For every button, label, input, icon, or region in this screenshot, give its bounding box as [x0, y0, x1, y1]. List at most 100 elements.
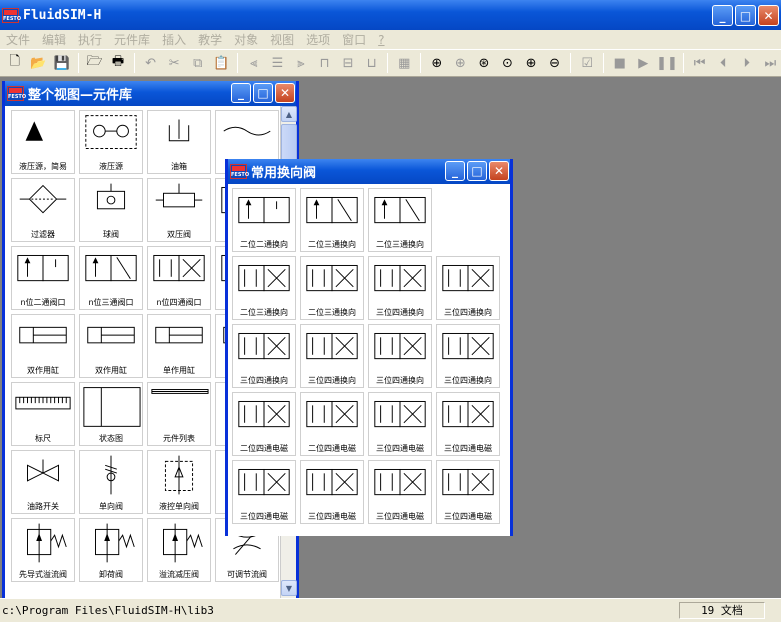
library-item[interactable]: n位二通阀口 [11, 246, 75, 310]
library-item[interactable]: 球阀 [79, 178, 143, 242]
library-window-titlebar[interactable]: 整个视图—元件库 _ □ ✕ [5, 81, 296, 106]
menu-library[interactable]: 元件库 [108, 31, 156, 48]
menu-help[interactable]: ? [372, 33, 390, 47]
valve-item[interactable]: 三位四通换向 [300, 324, 364, 388]
align-top-icon[interactable]: ⊓ [314, 52, 336, 74]
grid-icon[interactable]: ▦ [393, 52, 415, 74]
align-left-icon[interactable]: ⫷ [243, 52, 265, 74]
open-icon[interactable]: 📂 [28, 52, 50, 74]
library-item[interactable]: 油箱 [147, 110, 211, 174]
copy-icon[interactable]: ⧉ [187, 52, 209, 74]
zoom-in-icon[interactable]: ⊕ [520, 52, 542, 74]
menu-execute[interactable]: 执行 [72, 31, 108, 48]
menu-didactics[interactable]: 教学 [192, 31, 228, 48]
valve-item[interactable]: 二位三通换向 [368, 188, 432, 252]
zoom-1-1-icon[interactable]: ⊕ [426, 52, 448, 74]
valve-item[interactable]: 二位二通换向 [232, 188, 296, 252]
library-item[interactable]: 油路开关 [11, 450, 75, 514]
valve-minimize-button[interactable]: _ [445, 161, 465, 181]
undo-icon[interactable]: ↶ [140, 52, 162, 74]
library-item[interactable]: 单向阀 [79, 450, 143, 514]
valve-item[interactable]: 二位四通电磁 [232, 392, 296, 456]
zoom-out-icon[interactable]: ⊖ [544, 52, 566, 74]
valve-item[interactable]: 三位四通电磁 [232, 460, 296, 524]
valve-item[interactable]: 二位三通换向 [232, 256, 296, 320]
library-item[interactable]: 状态图 [79, 382, 143, 446]
menu-window[interactable]: 窗口 [336, 31, 372, 48]
library-item[interactable]: 液压源，简易 [11, 110, 75, 174]
valve-item[interactable]: 三位四通电磁 [436, 460, 500, 524]
library-close-button[interactable]: ✕ [275, 83, 295, 103]
menubar: 文件 编辑 执行 元件库 插入 教学 对象 视图 选项 窗口 ? [0, 30, 781, 49]
pause-icon[interactable]: ❚❚ [656, 52, 678, 74]
menu-file[interactable]: 文件 [0, 31, 36, 48]
align-right-icon[interactable]: ⫸ [290, 52, 312, 74]
valve-item[interactable]: 三位四通电磁 [368, 392, 432, 456]
library-item[interactable]: 溢流减压阀 [147, 518, 211, 582]
align-center-icon[interactable]: ☰ [267, 52, 289, 74]
item-label: 球阀 [103, 230, 119, 239]
zoom-fit-icon[interactable]: ⊕ [450, 52, 472, 74]
rewind-icon[interactable]: ⏮ [689, 52, 711, 74]
valve-item[interactable]: 三位四通电磁 [300, 460, 364, 524]
step-back-icon[interactable]: ⏴ [712, 52, 734, 74]
library-item-symbol-icon [25, 121, 43, 141]
valve-item[interactable]: 三位四通换向 [232, 324, 296, 388]
library-item[interactable]: 单作用缸 [147, 314, 211, 378]
valve-item[interactable]: 三位四通电磁 [436, 392, 500, 456]
library-item[interactable]: 双压阀 [147, 178, 211, 242]
step-forward-icon[interactable]: ⏵ [736, 52, 758, 74]
cut-icon[interactable]: ✂ [163, 52, 185, 74]
open-folder-icon[interactable]: 🗁 [84, 52, 106, 74]
valve-item[interactable]: 三位四通换向 [368, 256, 432, 320]
scroll-up-icon[interactable]: ▲ [281, 106, 297, 122]
paste-icon[interactable]: 📋 [211, 52, 233, 74]
close-button[interactable]: ✕ [758, 5, 779, 26]
scroll-down-icon[interactable]: ▼ [281, 580, 297, 596]
align-middle-icon[interactable]: ⊟ [337, 52, 359, 74]
item-label: 二位三通换向 [240, 308, 288, 317]
zoom-page-icon[interactable]: ⊛ [473, 52, 495, 74]
library-minimize-button[interactable]: _ [231, 83, 251, 103]
play-icon[interactable]: ▶ [633, 52, 655, 74]
check-icon[interactable]: ☑ [576, 52, 598, 74]
new-icon[interactable]: 🗋 [4, 52, 26, 74]
valve-item[interactable]: 三位四通换向 [436, 324, 500, 388]
valve-window-titlebar[interactable]: 常用换向阀 _ □ ✕ [228, 159, 510, 184]
menu-view[interactable]: 视图 [264, 31, 300, 48]
menu-options[interactable]: 选项 [300, 31, 336, 48]
library-item[interactable]: n位三通阀口 [79, 246, 143, 310]
library-item[interactable]: 标尺 [11, 382, 75, 446]
valve-close-button[interactable]: ✕ [489, 161, 509, 181]
library-item[interactable]: 双作用缸 [11, 314, 75, 378]
library-item[interactable]: 液控单向阀 [147, 450, 211, 514]
valve-window[interactable]: 常用换向阀 _ □ ✕ 二位二通换向二位三通换向二位三通换向二位三通换向二位三通… [225, 159, 513, 536]
library-item[interactable]: 先导式溢流阀 [11, 518, 75, 582]
menu-insert[interactable]: 插入 [156, 31, 192, 48]
valve-item[interactable]: 三位四通换向 [368, 324, 432, 388]
item-label: 过滤器 [31, 230, 55, 239]
menu-edit[interactable]: 编辑 [36, 31, 72, 48]
library-item[interactable]: 卸荷阀 [79, 518, 143, 582]
menu-object[interactable]: 对象 [228, 31, 264, 48]
fast-forward-icon[interactable]: ⏭ [760, 52, 781, 74]
valve-item[interactable]: 三位四通换向 [436, 256, 500, 320]
save-icon[interactable]: 💾 [51, 52, 73, 74]
stop-icon[interactable]: ■ [609, 52, 631, 74]
library-item[interactable]: 双作用缸 [79, 314, 143, 378]
valve-item[interactable]: 二位四通电磁 [300, 392, 364, 456]
maximize-button[interactable]: □ [735, 5, 756, 26]
library-item[interactable]: n位四通阀口 [147, 246, 211, 310]
library-item[interactable]: 过滤器 [11, 178, 75, 242]
valve-maximize-button[interactable]: □ [467, 161, 487, 181]
print-icon[interactable]: 🖶 [107, 52, 129, 74]
valve-item[interactable]: 二位三通换向 [300, 188, 364, 252]
library-item[interactable]: 液压源 [79, 110, 143, 174]
zoom-window-icon[interactable]: ⊙ [497, 52, 519, 74]
valve-item[interactable]: 三位四通电磁 [368, 460, 432, 524]
valve-item[interactable]: 二位三通换向 [300, 256, 364, 320]
library-maximize-button[interactable]: □ [253, 83, 273, 103]
minimize-button[interactable]: _ [712, 5, 733, 26]
align-bottom-icon[interactable]: ⊔ [361, 52, 383, 74]
library-item[interactable]: 元件列表 [147, 382, 211, 446]
